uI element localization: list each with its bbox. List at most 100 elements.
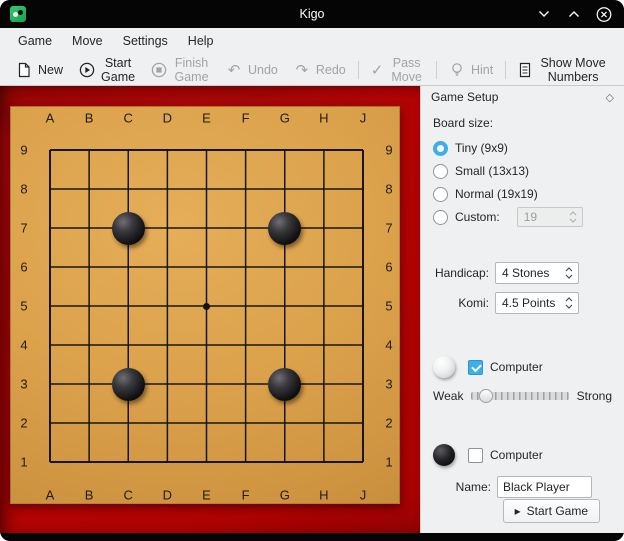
column-label: G (280, 111, 290, 126)
column-label: G (280, 488, 290, 503)
redo-icon: ↷ (294, 62, 310, 78)
close-icon[interactable] (596, 6, 612, 22)
panel-header: Game Setup ◇ (421, 86, 624, 108)
spinbox-arrows-icon[interactable] (560, 267, 578, 279)
toolbar-show-move-numbers-button[interactable]: Show Move Numbers (510, 57, 616, 83)
black-stone-icon (433, 444, 455, 466)
row-label: 1 (20, 455, 27, 470)
column-label: C (124, 488, 133, 503)
column-label: F (242, 488, 250, 503)
black-computer-checkbox[interactable] (468, 448, 483, 463)
toolbar-hint-button[interactable]: Hint (441, 57, 501, 83)
custom-size-spinbox[interactable]: 19 (517, 207, 583, 227)
menu-game[interactable]: Game (8, 28, 62, 54)
toolbar-new-button[interactable]: New (8, 57, 71, 83)
toolbar-redo-button[interactable]: ↷ Redo (286, 57, 354, 83)
black-player-name-input[interactable] (497, 476, 592, 498)
game-setup-panel: Game Setup ◇ Board size: Tiny (9x9) Smal… (420, 86, 624, 533)
black-stone-C3[interactable] (112, 368, 145, 401)
komi-spinbox[interactable]: 4.5 Points (495, 292, 579, 314)
board-size-label: Board size: (433, 116, 612, 130)
black-computer-label: Computer (490, 448, 543, 462)
row-label: 6 (20, 260, 27, 275)
toolbar: New Start Game Finish Game ↶ Undo ↷ Redo… (0, 54, 624, 86)
radio-indicator (433, 141, 448, 156)
row-label: 5 (20, 299, 27, 314)
white-computer-checkbox[interactable] (468, 360, 483, 375)
row-label: 6 (385, 260, 392, 275)
window-title: Kigo (0, 7, 624, 21)
column-label: E (202, 488, 211, 503)
column-label: D (163, 111, 172, 126)
row-label: 4 (385, 338, 392, 353)
name-label: Name: (447, 480, 491, 494)
radio-normal[interactable]: Normal (19x19) (433, 186, 612, 202)
column-label: E (202, 111, 211, 126)
row-label: 8 (385, 182, 392, 197)
hoshi-point (203, 303, 210, 310)
float-panel-icon[interactable]: ◇ (606, 91, 614, 104)
minimize-icon[interactable] (536, 6, 552, 22)
slider-handle[interactable] (479, 389, 493, 403)
spinbox-arrows-icon[interactable] (560, 297, 578, 309)
row-label: 8 (20, 182, 27, 197)
menu-help[interactable]: Help (178, 28, 224, 54)
start-game-button[interactable]: ▸ Start Game (503, 499, 600, 523)
row-label: 4 (20, 338, 27, 353)
black-stone-C7[interactable] (112, 212, 145, 245)
kigo-window: Kigo Game Move Settings Help (0, 0, 624, 541)
toolbar-undo-button[interactable]: ↶ Undo (218, 57, 286, 83)
column-label: H (319, 488, 328, 503)
column-label: D (163, 488, 172, 503)
toolbar-pass-move-button[interactable]: ✓ Pass Move (363, 57, 432, 83)
column-label: J (360, 111, 367, 126)
black-stone-G3[interactable] (268, 368, 301, 401)
black-stone-G7[interactable] (268, 212, 301, 245)
strong-label: Strong (577, 389, 612, 403)
hint-lightbulb-icon (449, 62, 465, 78)
row-label: 7 (20, 221, 27, 236)
row-label: 3 (20, 377, 27, 392)
new-document-icon (16, 62, 32, 78)
handicap-spinbox[interactable]: 4 Stones (495, 262, 579, 284)
title-bar: Kigo (0, 0, 624, 28)
toolbar-finish-game-button[interactable]: Finish Game (143, 57, 218, 83)
maximize-icon[interactable] (566, 6, 582, 22)
row-label: 2 (20, 416, 27, 431)
menu-settings[interactable]: Settings (113, 28, 178, 54)
strength-slider[interactable] (471, 388, 568, 404)
toolbar-separator (505, 61, 506, 79)
column-label: H (319, 111, 328, 126)
column-label: A (46, 488, 55, 503)
row-label: 2 (385, 416, 392, 431)
menu-move[interactable]: Move (62, 28, 113, 54)
start-game-icon (79, 62, 95, 78)
handicap-label: Handicap: (433, 266, 489, 280)
toolbar-start-game-button[interactable]: Start Game (71, 57, 143, 83)
radio-small[interactable]: Small (13x13) (433, 163, 612, 179)
radio-tiny[interactable]: Tiny (9x9) (433, 140, 612, 156)
toolbar-separator (358, 61, 359, 79)
radio-indicator (433, 187, 448, 202)
radio-indicator (433, 164, 448, 179)
row-label: 9 (20, 143, 27, 158)
play-icon: ▸ (515, 505, 521, 517)
go-board[interactable]: AABBCCDDEEFFGGHHJJ998877665544332211 (10, 106, 400, 504)
column-label: J (360, 488, 367, 503)
spinbox-arrows-icon[interactable] (564, 211, 582, 223)
radio-indicator (433, 210, 448, 225)
white-stone-icon (433, 356, 455, 378)
column-label: A (46, 111, 55, 126)
weak-label: Weak (433, 389, 463, 403)
main-content: AABBCCDDEEFFGGHHJJ998877665544332211 Gam… (0, 86, 624, 533)
radio-custom[interactable]: Custom: 19 (433, 209, 612, 225)
column-label: B (85, 111, 94, 126)
row-label: 3 (385, 377, 392, 392)
white-computer-label: Computer (490, 360, 543, 374)
undo-icon: ↶ (226, 62, 242, 78)
finish-game-icon (151, 62, 167, 78)
column-label: C (124, 111, 133, 126)
panel-title: Game Setup (431, 90, 498, 104)
menu-bar: Game Move Settings Help (0, 28, 624, 54)
board-frame: AABBCCDDEEFFGGHHJJ998877665544332211 (0, 86, 420, 533)
